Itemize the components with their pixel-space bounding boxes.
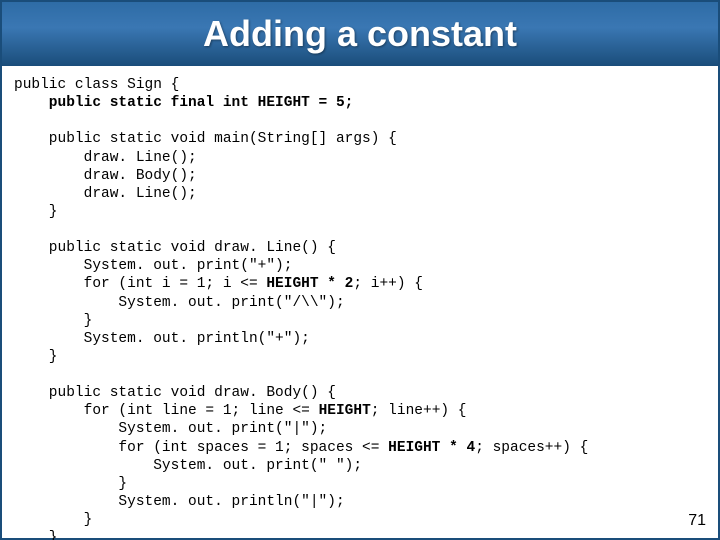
code-constant: HEIGHT = 5 xyxy=(258,95,345,111)
code-constant: HEIGHT * 2 xyxy=(266,276,353,292)
code-line: System. out. print(" "); xyxy=(14,458,362,474)
code-line: public static final int xyxy=(14,95,258,111)
code-block: public class Sign { public static final … xyxy=(2,66,718,540)
code-line: public class Sign { xyxy=(14,77,179,93)
code-constant: HEIGHT * 4 xyxy=(388,440,475,456)
code-line: System. out. print("+"); xyxy=(14,258,292,274)
code-line: } xyxy=(14,530,58,540)
code-line: ; i++) { xyxy=(353,276,423,292)
code-line: System. out. print("/\\"); xyxy=(14,295,345,311)
code-line: public static void draw. Line() { xyxy=(14,240,336,256)
code-line: System. out. print("|"); xyxy=(14,421,327,437)
code-line: System. out. println("+"); xyxy=(14,331,310,347)
code-line: public static void draw. Body() { xyxy=(14,385,336,401)
title-bar: Adding a constant xyxy=(2,2,718,66)
code-line: } xyxy=(14,476,127,492)
code-line: for (int spaces = 1; spaces <= xyxy=(14,440,388,456)
code-line: draw. Line(); xyxy=(14,150,197,166)
code-line: for (int i = 1; i <= xyxy=(14,276,266,292)
code-line: } xyxy=(14,313,92,329)
code-line: public static void main(String[] args) { xyxy=(14,131,397,147)
code-line: draw. Line(); xyxy=(14,186,197,202)
code-line: ; spaces++) { xyxy=(475,440,588,456)
code-constant: HEIGHT xyxy=(319,403,371,419)
code-line: draw. Body(); xyxy=(14,168,197,184)
code-line: for (int line = 1; line <= xyxy=(14,403,319,419)
code-line: System. out. println("|"); xyxy=(14,494,345,510)
code-line: ; line++) { xyxy=(371,403,467,419)
code-line: } xyxy=(14,349,58,365)
code-line: ; xyxy=(345,95,354,111)
slide-title: Adding a constant xyxy=(203,13,517,55)
code-line: } xyxy=(14,204,58,220)
code-line: } xyxy=(14,512,92,528)
page-number: 71 xyxy=(688,512,706,530)
